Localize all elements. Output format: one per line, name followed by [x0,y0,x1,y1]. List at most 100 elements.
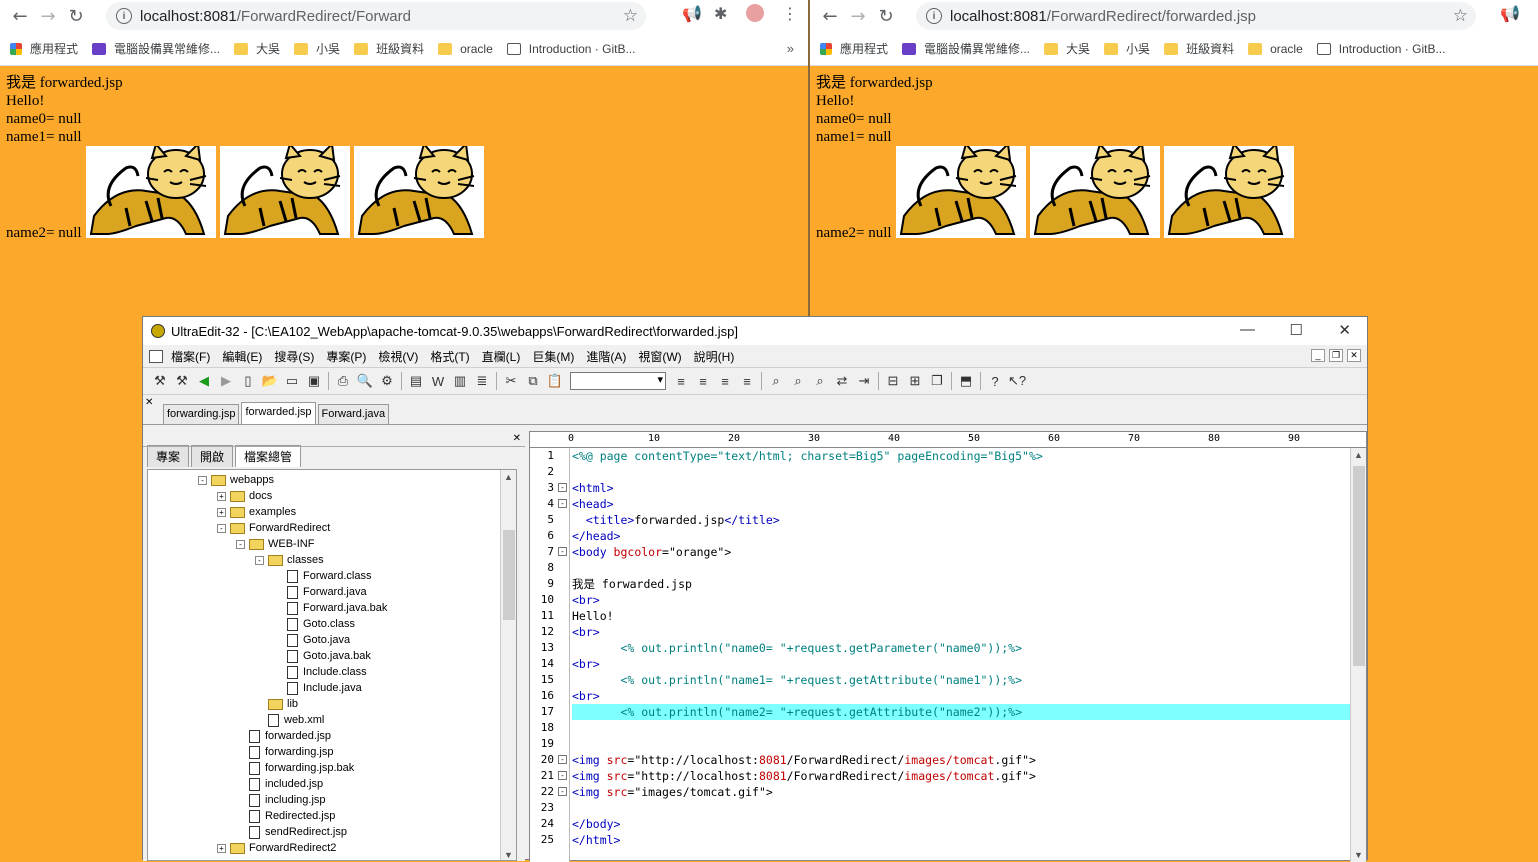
reload-icon[interactable]: ↻ [872,2,900,30]
find-icon[interactable]: ⌕ [765,371,787,391]
print-setup-icon[interactable]: ⚙ [376,371,398,391]
code-line[interactable]: <% out.println("name0= "+request.getPara… [572,640,1350,656]
tree-file[interactable]: forwarding.jsp.bak [236,760,354,776]
cut-icon[interactable]: ✂ [500,371,522,391]
scroll-up-icon[interactable]: ▲ [1354,450,1363,460]
bookmark-star-icon[interactable]: ☆ [1453,6,1468,26]
tree-folder[interactable]: + ForwardRedirect2 [217,840,336,856]
bookmark-folder-xiao-wu[interactable]: 小吳 [294,40,340,57]
code-line[interactable]: <title>forwarded.jsp</title> [572,512,1350,528]
tab-explorer[interactable]: 檔案總管 [235,445,302,467]
code-line[interactable]: <html> [572,480,1350,496]
fold-toggle-icon[interactable]: - [558,755,567,764]
tree-file[interactable]: forwarding.jsp [236,744,333,760]
code-line[interactable]: <br> [572,592,1350,608]
hex-icon[interactable]: ▥ [449,371,471,391]
hammer-icon[interactable]: ⚒ [149,371,171,391]
tab-open[interactable]: 開啟 [191,445,234,467]
code-line[interactable]: <%@ page contentType="text/html; charset… [572,448,1350,464]
profile-avatar[interactable] [746,4,764,22]
tree-file[interactable]: Forward.java.bak [274,600,387,616]
save-icon[interactable]: ▣ [303,371,325,391]
ultraedit-title-bar[interactable]: UltraEdit-32 - [C:\EA102_WebApp\apache-t… [143,317,1367,345]
tree-file[interactable]: including.jsp [236,792,326,808]
puzzle-extension-icon[interactable]: ✱ [714,4,727,23]
mdi-minimize-icon[interactable]: _ [1311,349,1325,362]
menu-column[interactable]: 直欄(L) [482,348,521,365]
help-icon[interactable]: ? [984,371,1006,391]
reload-icon[interactable]: ↻ [62,2,90,30]
code-line[interactable]: <br> [572,624,1350,640]
clipboard-select[interactable] [570,372,666,390]
code-line[interactable]: </body> [572,816,1350,832]
bookmark-star-icon[interactable]: ☆ [623,6,638,26]
bookmark-folder-da-wu[interactable]: 大吳 [234,40,280,57]
address-bar[interactable]: i localhost:8081/ForwardRedirect/Forward… [106,2,646,30]
menu-kebab-icon[interactable]: ⋮ [782,4,798,23]
properties-icon[interactable]: ▤ [405,371,427,391]
expand-icon[interactable]: + [217,491,226,501]
split-vertical-icon[interactable]: ⊞ [904,371,926,391]
menu-view[interactable]: 檢視(V) [378,348,418,365]
code-editor[interactable]: 0 10 20 30 40 50 60 70 80 90 1 2 3-4-5 6 7-8 9 10 11 12 13… [529,431,1367,862]
goto-icon[interactable]: ⇥ [853,371,875,391]
megaphone-extension-icon[interactable]: 📢 [1500,4,1520,23]
open-folder-icon[interactable]: 📂 [259,371,281,391]
bookmark-folder-da-wu[interactable]: 大吳 [1044,40,1090,57]
code-line[interactable] [572,464,1350,480]
bookmark-gitbook[interactable]: Introduction · GitB... [506,42,635,56]
tree-file[interactable]: web.xml [255,712,324,728]
code-area[interactable]: <%@ page contentType="text/html; charset… [572,448,1350,862]
maximize-icon[interactable]: ☐ [1290,321,1303,339]
code-line[interactable]: <% out.println("name2= "+request.getAttr… [572,704,1350,720]
tree-file[interactable]: Goto.class [274,616,355,632]
megaphone-extension-icon[interactable]: 📢 [682,4,702,23]
info-icon[interactable]: i [926,8,942,24]
code-line[interactable] [572,560,1350,576]
hammer-alt-icon[interactable]: ⚒ [171,371,193,391]
collapse-icon[interactable]: - [198,475,207,485]
tree-folder[interactable]: - ForwardRedirect [217,520,330,536]
tab-forward-java[interactable]: Forward.java [317,404,390,424]
tree-file[interactable]: included.jsp [236,776,323,792]
expand-icon[interactable]: + [217,843,226,853]
justify-icon[interactable]: ≡ [736,371,758,391]
tree-file[interactable]: Forward.java [274,584,367,600]
back-icon[interactable]: ← [6,2,34,30]
code-line[interactable]: <br> [572,656,1350,672]
back-icon[interactable]: ← [816,2,844,30]
code-line[interactable]: <% out.println("name1= "+request.getAttr… [572,672,1350,688]
forward-arrow-icon[interactable]: ▶ [215,371,237,391]
find-prev-icon[interactable]: ⌕ [809,371,831,391]
scroll-down-icon[interactable]: ▼ [1354,850,1363,860]
tab-project[interactable]: 專案 [147,445,190,467]
code-line[interactable] [572,720,1350,736]
tree-file[interactable]: forwarded.jsp [236,728,331,744]
close-tabs-icon[interactable]: ✕ [145,397,153,408]
doc-menu-icon[interactable] [149,349,163,363]
collapse-icon[interactable]: - [255,555,264,565]
print-preview-icon[interactable]: 🔍 [354,371,376,391]
tree-file[interactable]: Redirected.jsp [236,808,335,824]
line-numbers-icon[interactable]: ≣ [471,371,493,391]
bookmark-gitbook[interactable]: Introduction · GitB... [1316,42,1445,56]
fold-toggle-icon[interactable]: - [558,499,567,508]
bookmark-folder-class[interactable]: 班級資料 [354,40,424,57]
close-panel-icon[interactable]: ✕ [513,433,521,444]
ftp-icon[interactable]: ⬒ [955,371,977,391]
replace-icon[interactable]: ⇄ [831,371,853,391]
menu-search[interactable]: 搜尋(S) [274,348,314,365]
bookmarks-overflow-button[interactable]: » [787,41,794,56]
fold-toggle-icon[interactable]: - [558,547,567,556]
tree-folder[interactable]: + docs [217,488,272,504]
collapse-icon[interactable]: - [217,523,226,533]
menu-project[interactable]: 專案(P) [326,348,366,365]
menu-file[interactable]: 檔案(F) [171,348,210,365]
code-line[interactable] [572,800,1350,816]
menu-macro[interactable]: 巨集(M) [532,348,574,365]
scroll-thumb[interactable] [503,530,515,620]
tab-forwarding-jsp[interactable]: forwarding.jsp [163,404,240,424]
copy-icon[interactable]: ⧉ [522,371,544,391]
forward-icon[interactable]: → [844,2,872,30]
tree-file[interactable]: sendRedirect.jsp [236,824,347,840]
